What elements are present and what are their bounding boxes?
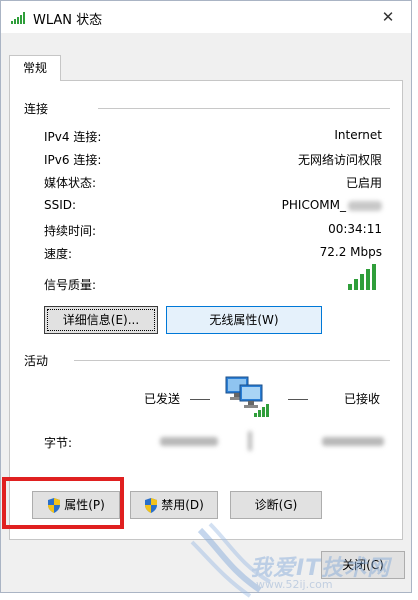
highlight-box bbox=[2, 477, 124, 529]
duration-label: 持续时间: bbox=[44, 224, 97, 238]
window-title: WLAN 状态 bbox=[33, 13, 103, 28]
ipv4-value: Internet bbox=[334, 128, 382, 142]
bytes-sent-redacted bbox=[160, 437, 218, 446]
duration-value: 00:34:11 bbox=[328, 222, 382, 236]
bytes-received-redacted bbox=[322, 437, 384, 446]
details-button[interactable]: 详细信息(E)... bbox=[44, 306, 158, 334]
wireless-properties-button[interactable]: 无线属性(W) bbox=[166, 306, 322, 334]
general-panel: 连接 IPv4 连接: Internet IPv6 连接: 无网络访问权限 媒体… bbox=[9, 80, 403, 540]
network-computers-icon bbox=[225, 376, 269, 417]
title-bar: WLAN 状态 ✕ bbox=[1, 1, 411, 33]
uac-shield-icon bbox=[145, 498, 158, 513]
sent-label: 已发送 bbox=[144, 392, 181, 406]
ssid-label: SSID: bbox=[44, 198, 77, 212]
disable-button[interactable]: 禁用(D) bbox=[130, 491, 218, 519]
signal-strength-icon bbox=[348, 264, 376, 290]
ipv6-value: 无网络访问权限 bbox=[297, 153, 382, 167]
bytes-label: 字节: bbox=[44, 436, 73, 450]
ssid-redacted bbox=[348, 200, 382, 211]
connection-section-label: 连接 bbox=[24, 102, 49, 116]
watermark-url: www.52ij.com bbox=[256, 578, 333, 591]
received-dash bbox=[288, 399, 308, 400]
watermark: 我爱IT技术网 www.52ij.com bbox=[190, 520, 418, 600]
diagnose-button[interactable]: 诊断(G) bbox=[230, 491, 322, 519]
disable-button-label: 禁用(D) bbox=[161, 498, 204, 512]
media-state-label: 媒体状态: bbox=[44, 176, 97, 190]
activity-divider bbox=[74, 360, 390, 361]
signal-quality-label: 信号质量: bbox=[44, 278, 97, 292]
ssid-value: PHICOMM_ bbox=[281, 198, 346, 212]
bytes-separator-redacted bbox=[248, 431, 252, 451]
ssid-value-wrap: PHICOMM_ bbox=[282, 198, 382, 212]
media-state-value: 已启用 bbox=[345, 176, 382, 190]
activity-section-label: 活动 bbox=[24, 354, 49, 368]
wireless-properties-label: 无线属性(W) bbox=[209, 313, 279, 327]
wifi-signal-icon bbox=[11, 12, 25, 24]
ipv4-label: IPv4 连接: bbox=[44, 130, 102, 144]
speed-label: 速度: bbox=[44, 247, 73, 261]
close-window-button[interactable]: ✕ bbox=[373, 3, 403, 31]
tab-general[interactable]: 常规 bbox=[9, 55, 61, 81]
ipv6-label: IPv6 连接: bbox=[44, 153, 102, 167]
diagnose-button-label: 诊断(G) bbox=[254, 498, 298, 512]
sent-dash bbox=[190, 399, 210, 400]
speed-value: 72.2 Mbps bbox=[319, 245, 382, 259]
connection-divider bbox=[98, 108, 390, 109]
focus-ring bbox=[47, 309, 155, 331]
received-label: 已接收 bbox=[344, 392, 381, 406]
